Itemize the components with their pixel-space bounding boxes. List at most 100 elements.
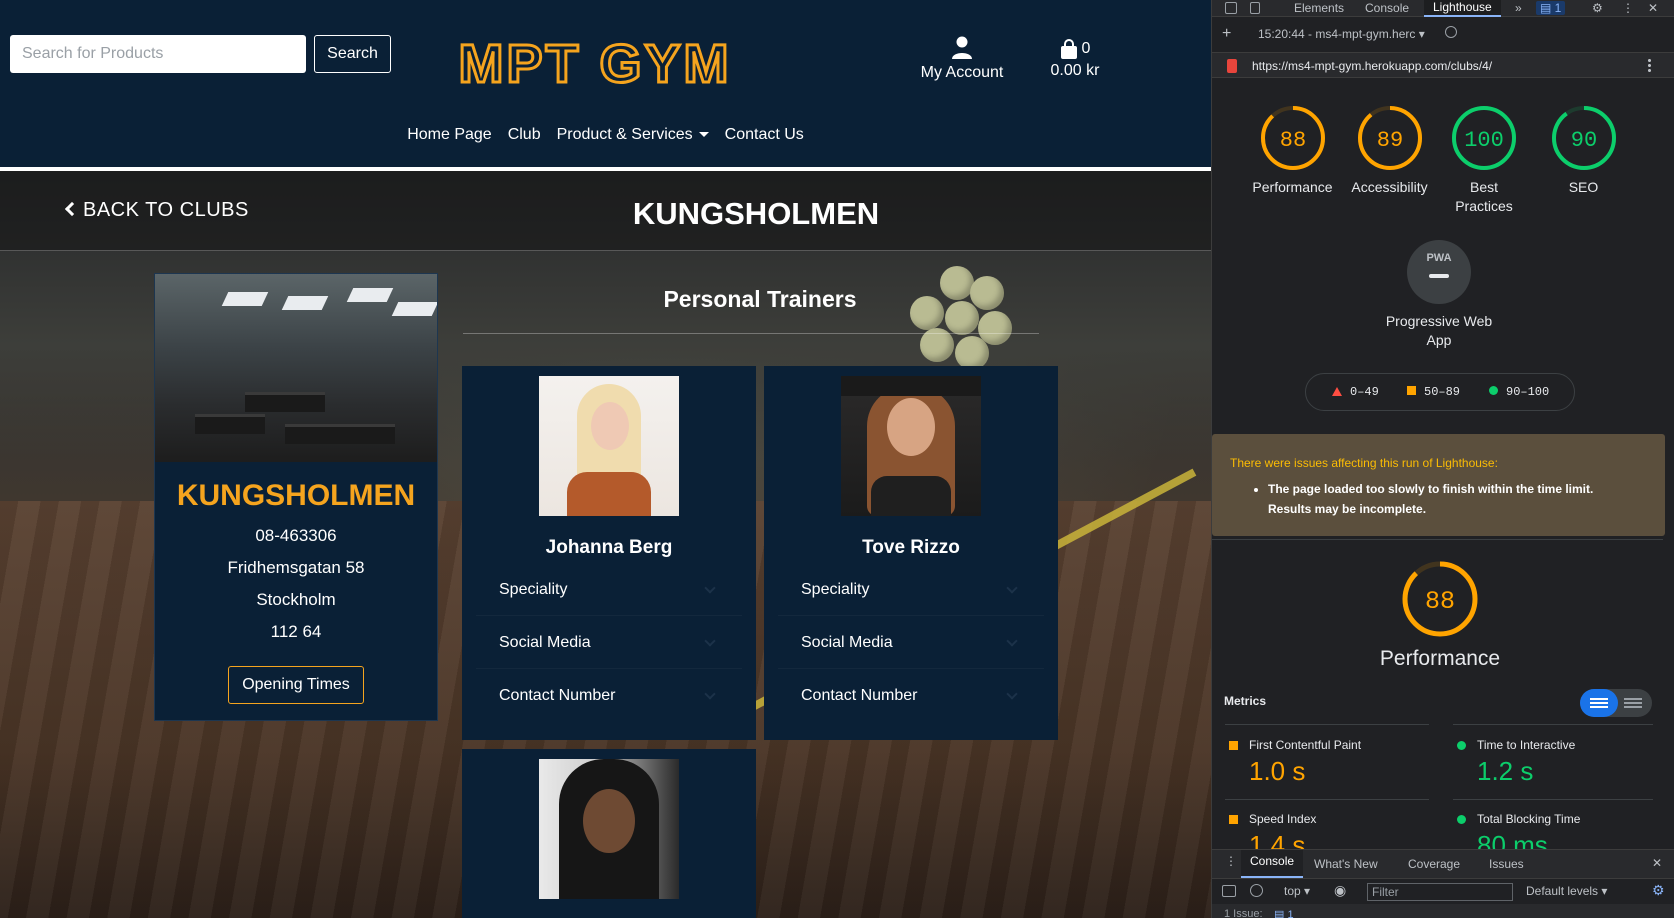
pass-circle-icon [1457, 815, 1466, 824]
nav-club[interactable]: Club [508, 126, 541, 144]
user-icon [952, 36, 972, 59]
legend-pass-label: 90–100 [1506, 385, 1550, 399]
eye-icon[interactable]: ◉ [1334, 882, 1346, 899]
svg-text:88: 88 [1279, 128, 1305, 153]
svg-text:89: 89 [1376, 128, 1402, 153]
nav-contact[interactable]: Contact Us [725, 126, 804, 144]
cart-total: 0.00 kr [1050, 62, 1100, 79]
logo-text: MPT GYM [459, 34, 732, 94]
search-input[interactable] [10, 35, 306, 73]
accordion-label: Speciality [801, 581, 870, 598]
search-button[interactable]: Search [314, 35, 391, 73]
clear-icon[interactable] [1445, 26, 1457, 38]
metric-value: 80 ms [1477, 830, 1548, 849]
tab-lighthouse[interactable]: Lighthouse [1424, 0, 1501, 17]
divider [1453, 799, 1653, 800]
opening-times-button[interactable]: Opening Times [228, 666, 364, 704]
metric-value: 1.0 s [1249, 756, 1306, 786]
drawer-menu-icon[interactable]: ⋮ [1225, 854, 1237, 868]
device-toolbar-icon[interactable] [1250, 2, 1260, 14]
my-account-link[interactable]: My Account [910, 36, 1014, 82]
settings-gear-icon[interactable]: ⚙ [1652, 882, 1665, 899]
main-nav: Home Page Club Product & Services Contac… [0, 126, 1211, 144]
trainer-name: Tove Rizzo [862, 537, 960, 558]
issues-summary-count: ▤ 1 [1274, 908, 1294, 918]
gauge-pwa[interactable]: PWA Progressive Web App [1384, 240, 1494, 350]
accordion-speciality[interactable]: Speciality [778, 564, 1044, 616]
accordion-social-media[interactable]: Social Media [476, 617, 742, 669]
accordion-speciality[interactable]: Speciality [476, 564, 742, 616]
warning-item: The page loaded too slowly to finish wit… [1268, 479, 1638, 519]
club-street: Fridhemsgatan 58 [227, 558, 365, 577]
gauge-performance[interactable]: 88 Performance [1244, 104, 1341, 197]
club-city: Stockholm [256, 590, 336, 609]
lighthouse-icon [1227, 59, 1237, 73]
accordion-social-media[interactable]: Social Media [778, 617, 1044, 669]
accordion-contact-number[interactable]: Contact Number [778, 670, 1044, 722]
page-title: KUNGSHOLMEN [632, 196, 880, 231]
drawer-tab-issues[interactable]: Issues [1489, 857, 1524, 871]
performance-gauge: 88 [1400, 559, 1480, 644]
balloons-decoration [900, 266, 1020, 376]
drawer-tab-whats-new[interactable]: What's New [1314, 857, 1378, 871]
issues-badge[interactable]: ▤ 1 [1536, 1, 1566, 15]
gauge-accessibility[interactable]: 89 Accessibility [1341, 104, 1438, 197]
expanded-view-icon[interactable] [1624, 698, 1642, 708]
close-icon[interactable]: ✕ [1648, 1, 1658, 15]
plus-icon[interactable]: + [1222, 25, 1231, 43]
metric-value: 1.4 s [1249, 830, 1306, 849]
nav-home[interactable]: Home Page [407, 126, 492, 144]
toggle-compact[interactable] [1580, 689, 1618, 717]
report-selector[interactable]: 15:20:44 - ms4-mpt-gym.herc ▾ [1258, 27, 1425, 41]
drawer-tab-console[interactable]: Console [1241, 850, 1304, 878]
legend-average: 50–89 [1407, 385, 1460, 399]
clear-console-icon[interactable] [1250, 884, 1263, 897]
accordion-contact-number[interactable]: Contact Number [476, 670, 742, 722]
log-levels-selector[interactable]: Default levels ▾ [1526, 884, 1607, 898]
metrics-view-toggle[interactable] [1580, 689, 1652, 717]
nav-products-services[interactable]: Product & Services [557, 126, 709, 144]
club-card: KUNGSHOLMEN 08-463306 Fridhemsgatan 58 S… [154, 273, 438, 721]
my-account-label: My Account [920, 64, 1004, 81]
console-toolbar: top ▾ ◉ Default levels ▾ ⚙ [1212, 878, 1674, 904]
divider [1453, 724, 1653, 725]
metric-tbt: Total Blocking Time 80 ms [1457, 812, 1664, 849]
inspect-icon[interactable] [1225, 2, 1237, 14]
close-drawer-icon[interactable]: ✕ [1652, 856, 1662, 870]
drawer-tab-coverage[interactable]: Coverage [1408, 857, 1460, 871]
console-drawer: ⋮ Console What's New Coverage Issues ✕ t… [1212, 849, 1674, 918]
issues-summary[interactable]: 1 Issue: ▤ 1 [1212, 908, 1674, 918]
metric-label: First Contentful Paint [1249, 738, 1362, 752]
accordion-label: Contact Number [801, 687, 918, 704]
trainer-card [462, 749, 756, 918]
kebab-menu-icon[interactable]: ⋮ [1622, 1, 1634, 15]
sidebar-toggle-icon[interactable] [1222, 885, 1236, 897]
log-levels-label: Default levels [1526, 884, 1599, 898]
runtime-warning: There were issues affecting this run of … [1212, 434, 1665, 536]
tab-elements[interactable]: Elements [1294, 1, 1344, 15]
console-filter-input[interactable] [1367, 883, 1513, 901]
kebab-menu-icon[interactable] [1648, 58, 1651, 72]
accordion-label: Social Media [801, 634, 893, 651]
pass-circle-icon [1457, 741, 1466, 750]
gauge-label: SEO [1568, 179, 1599, 195]
lighthouse-toolbar: + 15:20:44 - ms4-mpt-gym.herc ▾ [1212, 21, 1674, 47]
chevron-down-icon [704, 688, 716, 700]
cart-link[interactable]: 0 0.00 kr [1044, 36, 1106, 80]
context-selector[interactable]: top ▾ [1284, 884, 1310, 898]
gauge-seo[interactable]: 90 SEO [1535, 104, 1632, 197]
triangle-icon [1332, 387, 1342, 396]
gear-icon[interactable]: ⚙ [1592, 1, 1603, 15]
more-tabs-icon[interactable]: » [1515, 1, 1522, 15]
gauge-best-practices[interactable]: 100 Best Practices [1438, 104, 1530, 216]
trainer-photo [539, 759, 679, 899]
club-name: KUNGSHOLMEN [176, 479, 416, 512]
back-to-clubs-link[interactable]: BACK TO CLUBS [64, 199, 249, 222]
issues-badge-count: 1 [1554, 1, 1562, 15]
average-square-icon [1229, 815, 1238, 824]
metrics-heading: Metrics [1224, 694, 1267, 708]
pwa-badge-text: PWA [1426, 252, 1452, 264]
tab-console[interactable]: Console [1365, 1, 1409, 15]
site-logo[interactable]: MPT GYM [455, 22, 735, 102]
audited-url[interactable]: https://ms4-mpt-gym.herokuapp.com/clubs/… [1252, 59, 1492, 73]
